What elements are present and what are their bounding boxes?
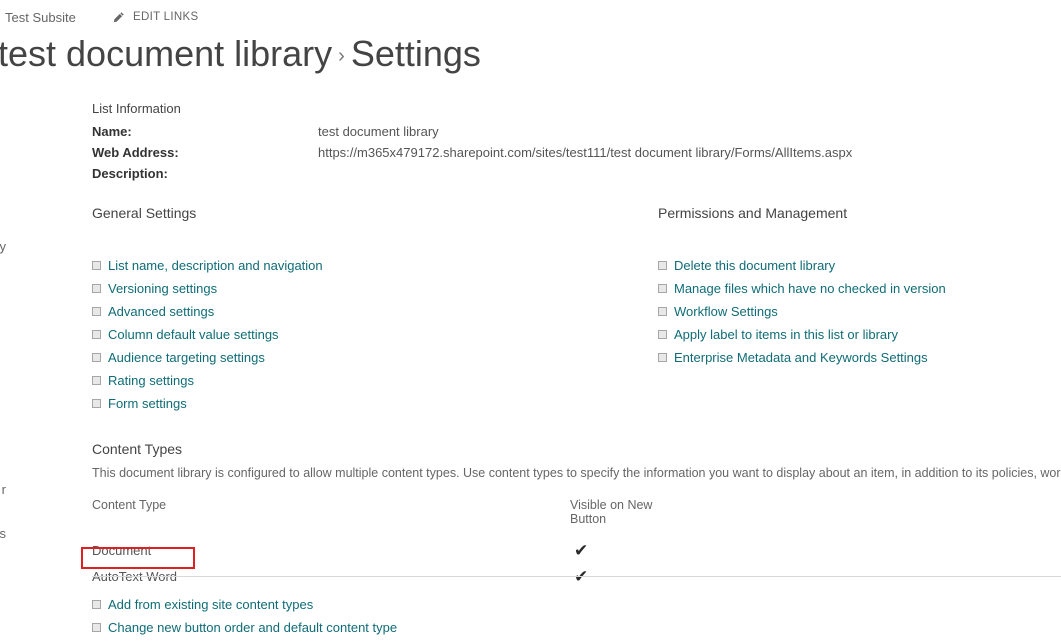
general-settings-heading: General Settings [92, 205, 197, 221]
link-delete-this-document-library[interactable]: Delete this document library [674, 258, 835, 273]
content-types-heading: Content Types [92, 441, 183, 457]
content-types-action-link-list: Add from existing site content types Cha… [92, 593, 397, 639]
list-info-label-description: Description: [92, 166, 168, 181]
list-item[interactable]: Apply label to items in this list or lib… [658, 323, 946, 346]
link-column-default-value-settings[interactable]: Column default value settings [108, 327, 279, 342]
link-form-settings[interactable]: Form settings [108, 396, 187, 411]
list-info-label-name: Name: [92, 124, 132, 139]
square-bullet-icon [658, 353, 667, 362]
content-types-divider [92, 576, 1061, 577]
list-item[interactable]: Delete this document library [658, 254, 946, 277]
square-bullet-icon [92, 376, 101, 385]
list-item[interactable]: Audience targeting settings [92, 346, 323, 369]
link-enterprise-metadata-keywords-settings[interactable]: Enterprise Metadata and Keywords Setting… [674, 350, 928, 365]
table-header-row: Content Type Visible on New Button [92, 498, 692, 538]
list-info-row-web-address: Web Address: https://m365x479172.sharepo… [92, 145, 852, 166]
link-manage-files-no-checked-in-version[interactable]: Manage files which have no checked in ve… [674, 281, 946, 296]
list-info-value-name: test document library [318, 124, 439, 139]
content-type-name-document[interactable]: Document [92, 538, 570, 564]
list-information-table: Name: test document library Web Address:… [92, 124, 852, 187]
visible-on-new-button-cell: ✔ [570, 538, 692, 564]
table-row[interactable]: AutoText Word ✔ [92, 564, 692, 590]
content-type-name-autotext-word[interactable]: AutoText Word [92, 564, 570, 590]
content-types-description: This document library is configured to a… [92, 466, 1061, 480]
subsite-breadcrumb-link[interactable]: Test Subsite [5, 10, 76, 25]
square-bullet-icon [658, 261, 667, 270]
sidebar-item-fragment-1[interactable]: ry [0, 239, 6, 254]
square-bullet-icon [92, 307, 101, 316]
pencil-icon [112, 11, 125, 24]
list-item[interactable]: Advanced settings [92, 300, 323, 323]
square-bullet-icon [92, 399, 101, 408]
list-item[interactable]: Versioning settings [92, 277, 323, 300]
list-info-value-web-address: https://m365x479172.sharepoint.com/sites… [318, 145, 853, 160]
link-versioning-settings[interactable]: Versioning settings [108, 281, 217, 296]
link-audience-targeting-settings[interactable]: Audience targeting settings [108, 350, 265, 365]
list-item[interactable]: Rating settings [92, 369, 323, 392]
edit-links-button[interactable]: EDIT LINKS [112, 10, 198, 23]
square-bullet-icon [92, 600, 101, 609]
permissions-management-link-list: Delete this document library Manage file… [658, 254, 946, 369]
link-rating-settings[interactable]: Rating settings [108, 373, 194, 388]
permissions-management-heading: Permissions and Management [658, 205, 848, 221]
visible-on-new-button-cell: ✔ [570, 564, 692, 590]
column-header-visible-on-new-button: Visible on New Button [570, 498, 653, 526]
square-bullet-icon [92, 623, 101, 632]
list-item[interactable]: Workflow Settings [658, 300, 946, 323]
link-apply-label-to-items[interactable]: Apply label to items in this list or lib… [674, 327, 898, 342]
link-add-from-existing-site-content-types[interactable]: Add from existing site content types [108, 597, 313, 612]
square-bullet-icon [92, 353, 101, 362]
list-info-row-description: Description: [92, 166, 852, 187]
link-list-name-description-navigation[interactable]: List name, description and navigation [108, 258, 323, 273]
list-item[interactable]: Enterprise Metadata and Keywords Setting… [658, 346, 946, 369]
page-title-library[interactable]: test document library [0, 33, 332, 74]
list-item[interactable]: Form settings [92, 392, 323, 415]
column-header-content-type: Content Type [92, 498, 167, 512]
list-information-heading: List Information [92, 101, 181, 116]
suite-top-bar: Test Subsite EDIT LINKS [0, 8, 1061, 32]
sidebar-item-fragment-2[interactable]: r [0, 482, 6, 497]
square-bullet-icon [658, 307, 667, 316]
square-bullet-icon [658, 284, 667, 293]
link-workflow-settings[interactable]: Workflow Settings [674, 304, 778, 319]
list-item[interactable]: Change new button order and default cont… [92, 616, 397, 639]
square-bullet-icon [92, 284, 101, 293]
link-change-new-button-order[interactable]: Change new button order and default cont… [108, 620, 397, 635]
general-settings-link-list: List name, description and navigation Ve… [92, 254, 323, 415]
list-info-label-web-address: Web Address: [92, 145, 179, 160]
page-title: test document library › Settings [0, 32, 481, 82]
title-separator-icon: › [338, 45, 345, 67]
edit-links-label: EDIT LINKS [133, 10, 199, 23]
sidebar-item-fragment-3[interactable]: ns [0, 526, 6, 541]
link-advanced-settings[interactable]: Advanced settings [108, 304, 214, 319]
list-item[interactable]: Column default value settings [92, 323, 323, 346]
square-bullet-icon [92, 261, 101, 270]
list-item[interactable]: List name, description and navigation [92, 254, 323, 277]
list-info-row-name: Name: test document library [92, 124, 852, 145]
list-item[interactable]: Manage files which have no checked in ve… [658, 277, 946, 300]
checkmark-icon: ✔ [574, 541, 589, 560]
square-bullet-icon [658, 330, 667, 339]
table-row[interactable]: Document ✔ [92, 538, 692, 564]
square-bullet-icon [92, 330, 101, 339]
page-title-settings: Settings [350, 33, 481, 74]
list-item[interactable]: Add from existing site content types [92, 593, 397, 616]
